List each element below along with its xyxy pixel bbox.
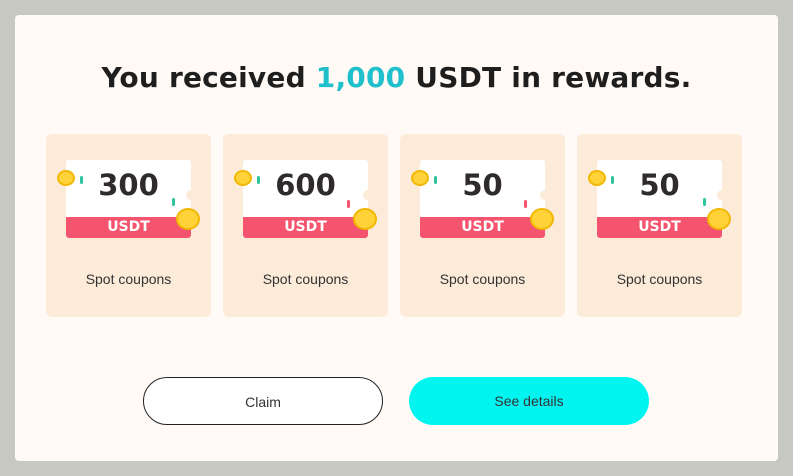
sparkle-icon (347, 200, 350, 208)
sparkle-icon (611, 176, 614, 184)
coupon-label: Spot coupons (616, 271, 703, 287)
coupon-ticket-icon: 600 USDT (234, 160, 377, 238)
coupon-card: 600 USDT Spot coupons (223, 134, 388, 317)
title-suffix: USDT in rewards. (405, 61, 692, 94)
reward-amount: 1,000 (315, 61, 406, 94)
coin-icon (176, 208, 200, 230)
coupon-card: 50 USDT Spot coupons (577, 134, 742, 317)
coin-icon (707, 208, 731, 230)
sparkle-icon (80, 176, 83, 184)
coin-icon (57, 170, 75, 186)
sparkle-icon (257, 176, 260, 184)
coupon-ticket-icon: 50 USDT (588, 160, 731, 238)
coupon-card: 300 USDT Spot coupons (46, 134, 211, 317)
coin-icon (530, 208, 554, 230)
coin-icon (588, 170, 606, 186)
coupon-value: 600 (275, 168, 336, 202)
coupon-ticket-icon: 50 USDT (411, 160, 554, 238)
coupon-value: 50 (462, 168, 503, 202)
coupon-label: Spot coupons (85, 271, 172, 287)
coupon-currency: USDT (243, 217, 368, 238)
sparkle-icon (434, 176, 437, 184)
coupon-label: Spot coupons (262, 271, 349, 287)
see-details-button[interactable]: See details (409, 377, 649, 425)
coupon-value: 50 (639, 168, 680, 202)
rewards-modal: You received 1,000 USDT in rewards. 300 … (15, 15, 778, 461)
coupon-label: Spot coupons (439, 271, 526, 287)
coin-icon (234, 170, 252, 186)
title-prefix: You received (101, 61, 316, 94)
coupon-currency: USDT (420, 217, 545, 238)
coupon-card: 50 USDT Spot coupons (400, 134, 565, 317)
sparkle-icon (524, 200, 527, 208)
coin-icon (411, 170, 429, 186)
sparkle-icon (172, 198, 175, 206)
sparkle-icon (703, 198, 706, 206)
action-bar: Claim See details (15, 377, 778, 427)
coupon-list: 300 USDT Spot coupons 600 USDT Spot coup… (46, 134, 746, 317)
rewards-title: You received 1,000 USDT in rewards. (15, 61, 778, 94)
coupon-ticket-icon: 300 USDT (57, 160, 200, 238)
coupon-currency: USDT (66, 217, 191, 238)
coupon-currency: USDT (597, 217, 722, 238)
claim-button[interactable]: Claim (143, 377, 383, 425)
coin-icon (353, 208, 377, 230)
coupon-value: 300 (98, 168, 159, 202)
